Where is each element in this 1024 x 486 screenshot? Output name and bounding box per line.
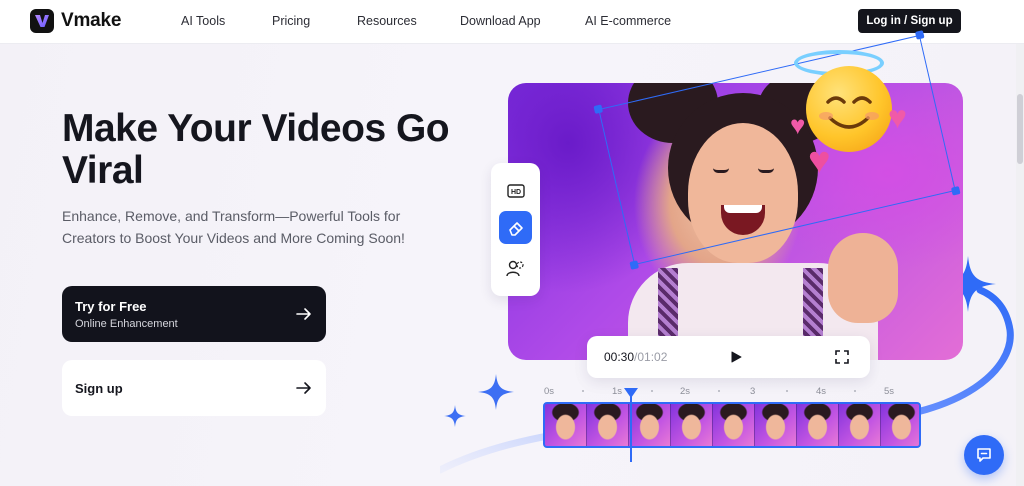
timeline-frame-strip[interactable] <box>543 402 921 448</box>
timeline-label-0s: 0s <box>544 386 555 397</box>
nav-item-resources[interactable]: Resources <box>357 14 417 28</box>
try-for-free-label: Try for Free <box>75 299 147 314</box>
timeline-frame <box>713 404 755 446</box>
scrollbar-thumb[interactable] <box>1017 94 1023 164</box>
timeline-frame <box>839 404 881 446</box>
nav-item-ai-ecommerce[interactable]: AI E-commerce <box>585 14 671 28</box>
person-remove-icon <box>505 260 524 276</box>
duration: 01:02 <box>637 350 668 364</box>
timeline-frame <box>797 404 839 446</box>
timeline-playhead[interactable] <box>630 396 632 462</box>
chat-icon <box>977 448 991 462</box>
try-for-free-button[interactable]: Try for Free Online Enhancement <box>62 286 326 342</box>
nav-item-pricing[interactable]: Pricing <box>272 14 310 28</box>
heart-icon: ♥ <box>790 110 806 140</box>
timeline-label-1s: 1s <box>612 386 623 397</box>
nav-item-ai-tools[interactable]: AI Tools <box>181 14 225 28</box>
editor-tool-palette: HD <box>491 163 540 296</box>
sparkle-icon <box>444 405 466 427</box>
online-enhancement-label: Online Enhancement <box>75 318 178 330</box>
timeline-tick <box>854 390 856 392</box>
resize-handle[interactable] <box>593 104 604 114</box>
video-player-controls: 00:30/01:02 <box>587 336 870 378</box>
vmake-logo[interactable]: Vmake <box>30 9 121 33</box>
playback-time: 00:30/01:02 <box>604 350 667 364</box>
timeline-frame <box>671 404 713 446</box>
hero-title: Make Your Videos Go Viral <box>62 107 450 192</box>
sparkle-icon <box>478 374 514 410</box>
current-time: 00:30 <box>604 350 635 364</box>
arrow-right-icon <box>296 382 311 394</box>
svg-text:HD: HD <box>510 189 520 196</box>
brand-name: Vmake <box>61 10 122 31</box>
nav-item-download-app[interactable]: Download App <box>460 14 541 28</box>
timeline-label-4s: 4s <box>816 386 827 397</box>
arrow-right-icon <box>296 308 311 320</box>
timeline-frame <box>545 404 587 446</box>
heart-icon: ♥ <box>808 140 831 182</box>
timeline-label-3: 3 <box>750 386 756 397</box>
heart-icon: ♥ <box>888 99 907 135</box>
hero-subtitle: Enhance, Remove, and Transform—Powerful … <box>62 208 405 246</box>
hd-icon: HD <box>506 183 525 198</box>
eraser-tool[interactable] <box>499 211 532 244</box>
waving-hand <box>828 233 898 323</box>
timeline-tick <box>651 390 653 392</box>
play-icon[interactable] <box>730 351 742 363</box>
top-nav-bar: Vmake AI Tools Pricing Resources Downloa… <box>0 0 1024 44</box>
hd-enhance-tool[interactable]: HD <box>499 174 532 207</box>
sign-up-button[interactable]: Sign up <box>62 360 326 416</box>
eraser-icon <box>508 221 523 236</box>
login-signup-button[interactable]: Log in / Sign up <box>858 9 961 33</box>
timeline-frame <box>587 404 629 446</box>
timeline-tick <box>786 390 788 392</box>
timeline-frame <box>881 404 919 446</box>
timeline-frame <box>629 404 671 446</box>
vmake-logo-icon <box>30 9 54 33</box>
timeline-tick <box>718 390 720 392</box>
person-remove-tool[interactable] <box>499 251 532 284</box>
chat-support-button[interactable] <box>964 435 1004 475</box>
playhead-handle[interactable] <box>624 388 638 398</box>
fullscreen-icon[interactable] <box>835 350 849 364</box>
timeline-label-2s: 2s <box>680 386 691 397</box>
timeline-frame <box>755 404 797 446</box>
sign-up-label: Sign up <box>75 381 123 396</box>
timeline-tick <box>582 390 584 392</box>
timeline-label-5s: 5s <box>884 386 895 397</box>
